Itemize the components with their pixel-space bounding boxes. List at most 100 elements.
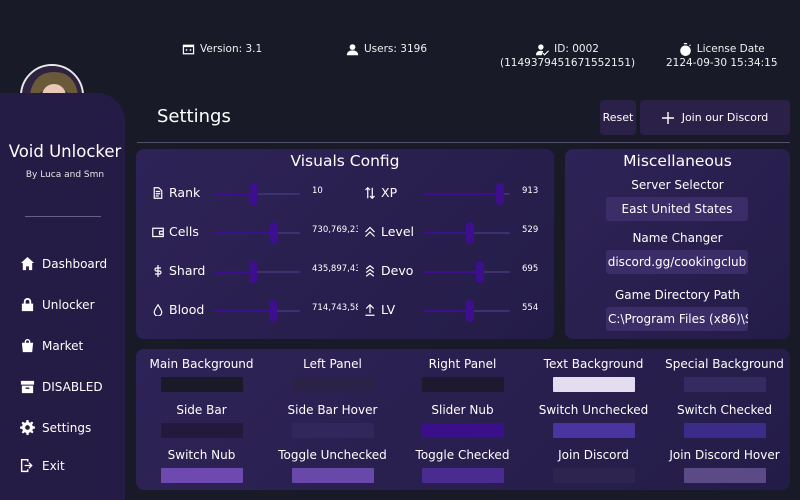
color-swatch[interactable] [421, 423, 504, 438]
slider-fill [214, 193, 255, 195]
color-setting-toggle-checked: Toggle Checked [397, 448, 528, 483]
join-discord-button[interactable]: Join our Discord [640, 100, 790, 135]
misc-title: Miscellaneous [623, 152, 732, 170]
slider-label-text: LV [381, 302, 396, 317]
slider-fill [424, 232, 470, 234]
slider-nub[interactable] [250, 183, 259, 205]
id-number: (1149379451671552151) [500, 57, 636, 69]
color-label: Main Background [149, 357, 254, 371]
color-swatch[interactable] [291, 468, 374, 483]
slider-value: 554 [522, 303, 539, 313]
version-text: Version: 3.1 [200, 43, 263, 55]
arrows-icon [365, 186, 375, 199]
slider-track[interactable] [214, 261, 300, 283]
id-info: ID: 0002 (1149379451671552151) [500, 42, 635, 70]
color-swatch[interactable] [683, 423, 766, 438]
slider-value: 730,769,23 [312, 225, 358, 235]
color-setting-switch-unchecked: Switch Unchecked [528, 403, 659, 438]
color-swatch[interactable] [160, 468, 243, 483]
color-swatch[interactable] [552, 423, 635, 438]
browser-icon [182, 44, 195, 54]
name-changer-input[interactable]: discord.gg/cookingclub [606, 250, 748, 274]
color-swatch[interactable] [683, 468, 766, 483]
color-setting-special-background: Special Background [659, 357, 790, 392]
sidebar-item-label: DISABLED [42, 379, 103, 394]
slider-label: Blood [152, 302, 204, 317]
slider-label-text: XP [381, 185, 398, 200]
slider-value: 695 [522, 264, 539, 274]
color-setting-left-panel: Left Panel [267, 357, 398, 392]
slider-label: XP [364, 185, 397, 200]
sidebar-item-dashboard[interactable]: Dashboard [20, 256, 107, 271]
color-label: Side Bar Hover [287, 403, 378, 417]
slider-label-text: Rank [169, 185, 201, 200]
sidebar-item-exit[interactable]: Exit [20, 458, 65, 473]
sidebar-item-settings[interactable]: Settings [20, 420, 91, 435]
game-path-label: Game Directory Path [614, 288, 741, 302]
color-label: Right Panel [428, 357, 497, 371]
slider-track[interactable] [424, 183, 510, 205]
join-discord-label: Join our Discord [681, 111, 769, 124]
slider-value: 913 [522, 186, 539, 196]
slider-label: Level [364, 224, 414, 239]
chevrons-up-icon [365, 226, 375, 237]
color-label: Side Bar [176, 403, 227, 417]
slider-nub[interactable] [495, 183, 504, 205]
color-swatch[interactable] [421, 468, 504, 483]
page-title: Settings [157, 106, 231, 127]
slider-nub[interactable] [466, 300, 475, 322]
color-settings-panel: Main Background Left Panel Right Panel Text… [136, 349, 790, 490]
slider-nub[interactable] [475, 261, 484, 283]
color-swatch[interactable] [552, 468, 635, 483]
slider-label: Cells [152, 224, 199, 239]
color-swatch[interactable] [160, 423, 243, 438]
color-label: Toggle Checked [415, 448, 510, 462]
sidebar-item-disabled[interactable]: DISABLED [20, 379, 103, 394]
box-icon [20, 380, 35, 394]
user-icon [346, 43, 359, 55]
sidebar-item-label: Settings [42, 420, 92, 435]
slider-track[interactable] [214, 183, 300, 205]
sidebar-item-label: Unlocker [42, 297, 95, 312]
reset-label: Reset [602, 111, 634, 124]
gear-icon [20, 420, 35, 435]
slider-value: 10 [312, 186, 323, 196]
misc-panel: Miscellaneous Server Selector East Unite… [565, 149, 790, 339]
slider-track[interactable] [424, 300, 510, 322]
slider-label: Shard [152, 263, 205, 278]
server-selector[interactable]: East United States [606, 197, 748, 221]
slider-label-text: Level [381, 224, 414, 239]
color-label: Switch Unchecked [538, 403, 649, 417]
slider-label-text: Blood [169, 302, 205, 317]
reset-button[interactable]: Reset [600, 100, 636, 135]
color-swatch[interactable] [552, 377, 635, 392]
color-swatch[interactable] [421, 377, 504, 392]
slider-track[interactable] [214, 222, 300, 244]
color-swatch[interactable] [160, 377, 243, 392]
sidebar-item-unlocker[interactable]: Unlocker [20, 297, 95, 312]
slider-nub[interactable] [465, 222, 474, 244]
name-changer-label: Name Changer [632, 231, 723, 245]
user-check-icon [536, 43, 550, 56]
sidebar-item-market[interactable]: Market [20, 338, 83, 353]
sidebar-divider [25, 216, 101, 217]
color-swatch[interactable] [291, 423, 374, 438]
slider-track[interactable] [424, 222, 510, 244]
slider-fill [424, 193, 500, 195]
game-path-input[interactable]: C:\Program Files (x86)\S [606, 307, 748, 331]
color-swatch[interactable] [683, 377, 766, 392]
slider-nub[interactable] [248, 261, 257, 283]
slider-label: Devo [364, 263, 413, 278]
slider-track[interactable] [424, 261, 510, 283]
slider-nub[interactable] [269, 300, 278, 322]
color-swatch[interactable] [291, 377, 374, 392]
slider-fill [214, 271, 253, 273]
color-label: Join Discord [558, 448, 629, 462]
exit-icon [20, 458, 33, 473]
upload-icon [365, 303, 375, 316]
slider-nub[interactable] [270, 222, 279, 244]
sidebar-item-label: Dashboard [42, 256, 108, 271]
wallet-icon [152, 227, 164, 237]
slider-track[interactable] [214, 300, 300, 322]
slider-value: 529 [522, 225, 539, 235]
